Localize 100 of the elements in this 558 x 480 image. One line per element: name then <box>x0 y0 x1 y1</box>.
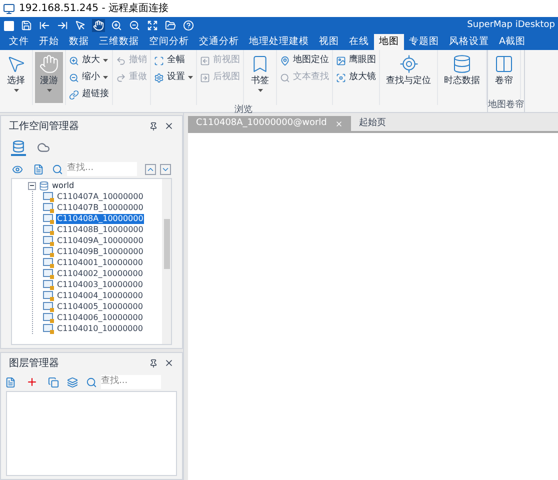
menu-tab[interactable]: 空间分析 <box>144 34 194 50</box>
ribbon-button[interactable]: 鹰眼图 <box>336 53 376 68</box>
ribbon-button[interactable]: 全幅 <box>154 53 193 68</box>
ribbon-button[interactable]: 时态数据 <box>440 52 484 103</box>
tree-item[interactable]: C110408B_10000000 <box>56 224 144 234</box>
dataset-lock-icon <box>43 324 54 334</box>
close-icon[interactable] <box>164 358 174 368</box>
columns-icon <box>494 54 514 74</box>
tree-item[interactable]: C110409B_10000000 <box>56 246 144 256</box>
pointer-button[interactable] <box>74 19 87 32</box>
tree-item[interactable]: C110409A_10000000 <box>56 236 144 246</box>
ribbon-button[interactable]: 漫游 <box>35 52 63 103</box>
document-tab[interactable]: 起始页 <box>350 116 394 131</box>
expand-button[interactable] <box>146 19 159 32</box>
export-button[interactable] <box>56 19 69 32</box>
ribbon-button[interactable]: 缩小 <box>69 70 109 85</box>
menu-tab[interactable]: 风格设置 <box>444 34 494 50</box>
menu-tab[interactable]: 三维数据 <box>94 34 144 50</box>
ribbon-button[interactable]: 卷帘 <box>490 52 518 98</box>
tree-item[interactable]: C1104001_10000000 <box>56 258 144 268</box>
tree-item[interactable]: C1104003_10000000 <box>56 280 144 290</box>
zoom-out-button[interactable] <box>128 19 141 32</box>
hand-button[interactable] <box>92 19 105 32</box>
ribbon-button[interactable]: 超链接 <box>69 87 109 102</box>
ribbon-button[interactable]: 地图定位 <box>280 53 329 68</box>
help-button[interactable] <box>182 19 195 32</box>
ribbon-button[interactable]: 放大 <box>69 53 109 68</box>
tree-item[interactable]: C110407B_10000000 <box>56 202 144 212</box>
view-tab[interactable] <box>11 138 26 156</box>
dataset-lock-icon <box>43 236 54 246</box>
menu-tab[interactable]: 开始 <box>34 34 64 50</box>
dataset-lock-icon <box>43 214 54 224</box>
caret-icon <box>258 89 262 92</box>
menu-tab[interactable]: A截图 <box>494 34 530 50</box>
caret-icon <box>103 76 108 79</box>
group-label: 地图卷帘 <box>488 100 524 112</box>
search-icon[interactable] <box>52 164 63 174</box>
menu-tab[interactable]: 视图 <box>314 34 344 50</box>
tree-item[interactable]: world <box>52 180 74 190</box>
tree-item[interactable]: C1104010_10000000 <box>56 324 144 334</box>
group-label: 浏览 <box>234 105 254 117</box>
document-icon[interactable] <box>33 164 44 174</box>
arrow-left-square-icon <box>200 56 210 66</box>
view-icon[interactable] <box>12 164 23 174</box>
caret-icon <box>103 59 108 62</box>
settings-icon <box>154 72 164 82</box>
dataset-lock-icon <box>43 202 54 212</box>
ribbon-button[interactable]: 书签 <box>246 52 274 103</box>
image-icon <box>336 56 346 66</box>
ribbon-button[interactable]: 查找与定位 <box>382 52 435 103</box>
search-field[interactable]: 查找... <box>101 375 161 389</box>
add-icon[interactable] <box>26 376 38 388</box>
save-button[interactable] <box>20 19 33 32</box>
tree-item[interactable]: C110408A_10000000 <box>56 214 144 224</box>
tree-item[interactable]: C110407A_10000000 <box>56 192 144 202</box>
frame-icon <box>154 56 164 66</box>
ribbon-button[interactable]: 设置 <box>154 70 193 85</box>
scrollbar[interactable] <box>162 179 171 344</box>
redo-icon <box>116 72 126 82</box>
search-field[interactable]: 查找... <box>67 162 137 176</box>
focus-icon <box>336 72 346 82</box>
ribbon-button[interactable]: 放大镜 <box>336 70 376 85</box>
search-icon <box>280 72 290 82</box>
copy-icon[interactable] <box>48 376 59 388</box>
zoom-in-icon <box>69 56 79 66</box>
tree-item[interactable]: C1104002_10000000 <box>56 268 144 278</box>
panel-title: 图层管理器 <box>9 356 59 370</box>
database-icon <box>452 54 472 74</box>
remote-desktop-icon <box>3 2 15 14</box>
pin-icon[interactable] <box>149 122 158 130</box>
folder-button[interactable] <box>164 19 177 32</box>
new-layer-icon[interactable] <box>5 376 16 388</box>
datasource-icon <box>39 180 49 190</box>
tree-item[interactable]: C1104005_10000000 <box>56 302 144 312</box>
zoom-in-button[interactable] <box>110 19 123 32</box>
menu-tab[interactable]: 数据 <box>64 34 94 50</box>
collapse-toggle[interactable] <box>28 182 36 190</box>
pointer-icon <box>6 54 26 74</box>
caret-icon <box>188 76 193 79</box>
import-button[interactable] <box>38 19 51 32</box>
pin-icon[interactable] <box>149 358 158 368</box>
dataset-lock-icon <box>43 312 54 322</box>
menu-tab[interactable]: 地图 <box>374 34 404 50</box>
tree-item[interactable]: C1104006_10000000 <box>56 312 144 322</box>
layers-icon[interactable] <box>67 376 78 388</box>
menu-tab[interactable]: 文件 <box>4 34 34 50</box>
ribbon-button[interactable]: 选择 <box>2 52 30 103</box>
tree-item[interactable]: C1104004_10000000 <box>56 290 144 300</box>
link-icon <box>69 90 79 100</box>
dataset-lock-icon <box>43 302 54 312</box>
menu-tab[interactable]: 专题图 <box>404 34 444 50</box>
search-icon[interactable] <box>86 376 97 388</box>
dataset-lock-icon <box>43 268 54 278</box>
menu-tab[interactable]: 在线 <box>344 34 374 50</box>
menu-tab[interactable]: 交通分析 <box>194 34 244 50</box>
close-icon[interactable] <box>164 121 174 131</box>
move-up-button[interactable] <box>145 164 156 174</box>
move-down-button[interactable] <box>160 164 171 174</box>
menu-tab[interactable]: 地理处理建模 <box>244 34 314 50</box>
zoom-out-icon <box>69 72 79 82</box>
